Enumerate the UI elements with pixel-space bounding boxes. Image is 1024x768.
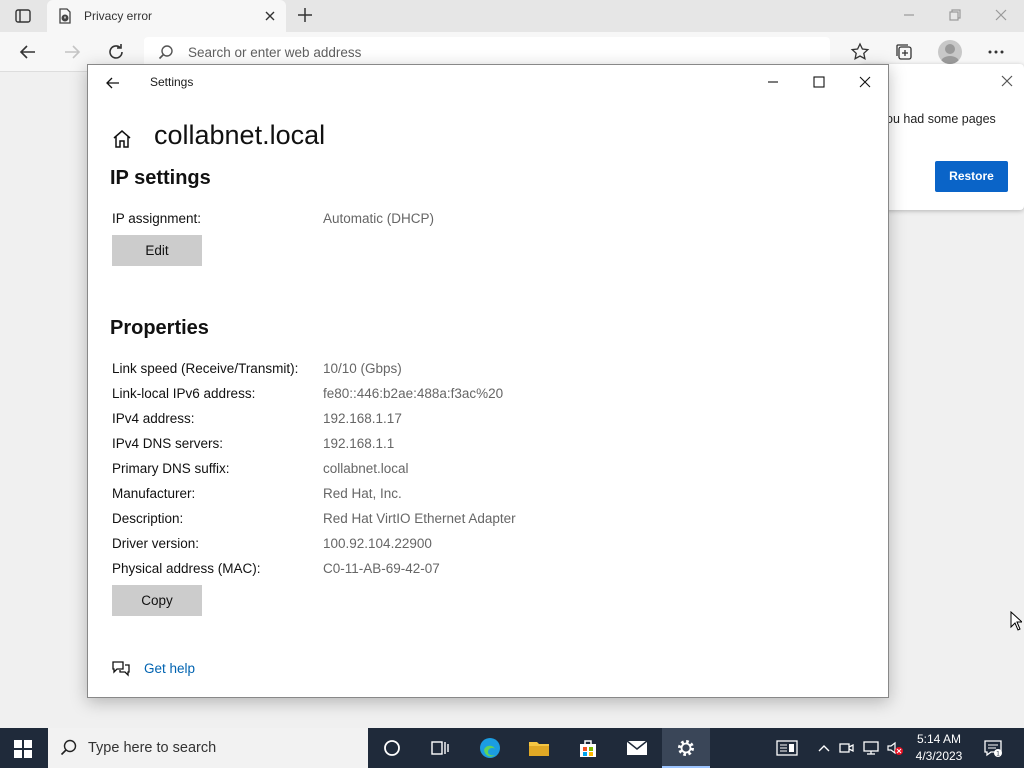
notifications-icon[interactable]: 1 (983, 738, 1003, 758)
property-label: Primary DNS suffix: (112, 461, 230, 476)
settings-back-icon[interactable] (105, 75, 121, 91)
tab-actions-icon[interactable] (14, 7, 32, 25)
copy-button[interactable]: Copy (112, 585, 202, 616)
get-help-link[interactable]: Get help (144, 661, 195, 676)
property-label: Link speed (Receive/Transmit): (112, 361, 299, 376)
property-value: Red Hat VirtIO Ethernet Adapter (323, 511, 516, 526)
forward-arrow-icon[interactable] (62, 42, 82, 62)
property-label: IPv4 DNS servers: (112, 436, 224, 451)
browser-tab[interactable]: Privacy error (47, 0, 286, 32)
properties-heading: Properties (110, 317, 209, 339)
property-label: Driver version: (112, 536, 200, 551)
file-explorer-icon[interactable] (515, 728, 563, 768)
mail-icon[interactable] (613, 728, 661, 768)
property-label: Physical address (MAC): (112, 561, 261, 576)
meet-now-icon[interactable] (838, 740, 856, 756)
browser-tab-strip: Privacy error (0, 0, 1024, 32)
edit-button[interactable]: Edit (112, 235, 202, 266)
get-help-icon (111, 659, 131, 677)
restore-button[interactable]: Restore (935, 161, 1008, 192)
browser-restore-icon[interactable] (946, 6, 964, 24)
property-value: fe80::446:b2ae:488a:f3ac%20 (323, 386, 504, 401)
search-icon (60, 739, 78, 757)
property-label: Manufacturer: (112, 486, 196, 501)
taskbar-search-box[interactable]: Type here to search (48, 728, 368, 768)
clock-date: 4/3/2023 (915, 749, 963, 763)
property-label: Link-local IPv6 address: (112, 386, 256, 401)
cortana-icon[interactable] (368, 728, 416, 768)
search-icon (158, 44, 174, 60)
property-value: C0-11-AB-69-42-07 (323, 561, 440, 576)
tab-close-icon[interactable] (262, 8, 278, 24)
volume-muted-icon[interactable] (886, 740, 904, 756)
popup-close-icon[interactable] (1000, 74, 1014, 88)
browser-close-icon[interactable] (992, 6, 1010, 24)
network-icon[interactable] (862, 740, 880, 756)
taskbar-search-placeholder: Type here to search (88, 740, 217, 756)
page-title: collabnet.local (154, 120, 326, 150)
property-value: 192.168.1.17 (323, 411, 402, 426)
svg-text:1: 1 (996, 751, 1000, 758)
mouse-cursor-icon (1010, 610, 1024, 631)
store-icon[interactable] (564, 728, 612, 768)
address-bar[interactable]: Search or enter web address (144, 37, 830, 67)
refresh-icon[interactable] (106, 42, 126, 62)
taskbar: Type here to search 5:14 AM 4/3/2023 1 (0, 728, 1024, 768)
chevron-up-icon[interactable] (815, 740, 833, 756)
home-icon (111, 128, 133, 150)
system-clock[interactable]: 5:14 AM 4/3/2023 (903, 731, 975, 765)
settings-maximize-icon[interactable] (811, 74, 827, 90)
settings-window-title: Settings (150, 75, 194, 89)
property-label: IPv4 address: (112, 411, 195, 426)
property-value: 192.168.1.1 (323, 436, 395, 451)
address-placeholder: Search or enter web address (188, 45, 362, 60)
settings-minimize-icon[interactable] (765, 74, 781, 90)
back-arrow-icon[interactable] (18, 42, 38, 62)
ip-assignment-label: IP assignment: (112, 211, 202, 226)
collections-icon[interactable] (894, 42, 914, 62)
ip-settings-heading: IP settings (110, 167, 211, 189)
favorites-star-icon[interactable] (850, 42, 870, 62)
windows-start-icon[interactable] (14, 740, 32, 758)
settings-close-icon[interactable] (857, 74, 873, 90)
ip-assignment-value: Automatic (DHCP) (323, 211, 435, 226)
property-value: 10/10 (Gbps) (323, 361, 402, 376)
property-value: 100.92.104.22900 (323, 536, 432, 551)
task-view-icon[interactable] (416, 728, 464, 768)
property-label: Description: (112, 511, 184, 526)
privacy-warning-icon (57, 8, 73, 24)
settings-window: Settings collabnet.local IP settings IP … (87, 64, 889, 698)
restore-message: ou had some pages (886, 112, 996, 126)
more-options-icon[interactable] (986, 42, 1006, 62)
profile-avatar[interactable] (938, 40, 962, 64)
tab-title: Privacy error (84, 9, 153, 23)
browser-minimize-icon[interactable] (900, 6, 918, 24)
property-value: collabnet.local (323, 461, 409, 476)
clock-time: 5:14 AM (916, 732, 962, 746)
news-widget-icon[interactable] (776, 740, 798, 756)
settings-gear-icon[interactable] (662, 728, 710, 768)
edge-browser-icon[interactable] (466, 728, 514, 768)
new-tab-icon[interactable] (296, 6, 314, 24)
property-value: Red Hat, Inc. (323, 486, 402, 501)
